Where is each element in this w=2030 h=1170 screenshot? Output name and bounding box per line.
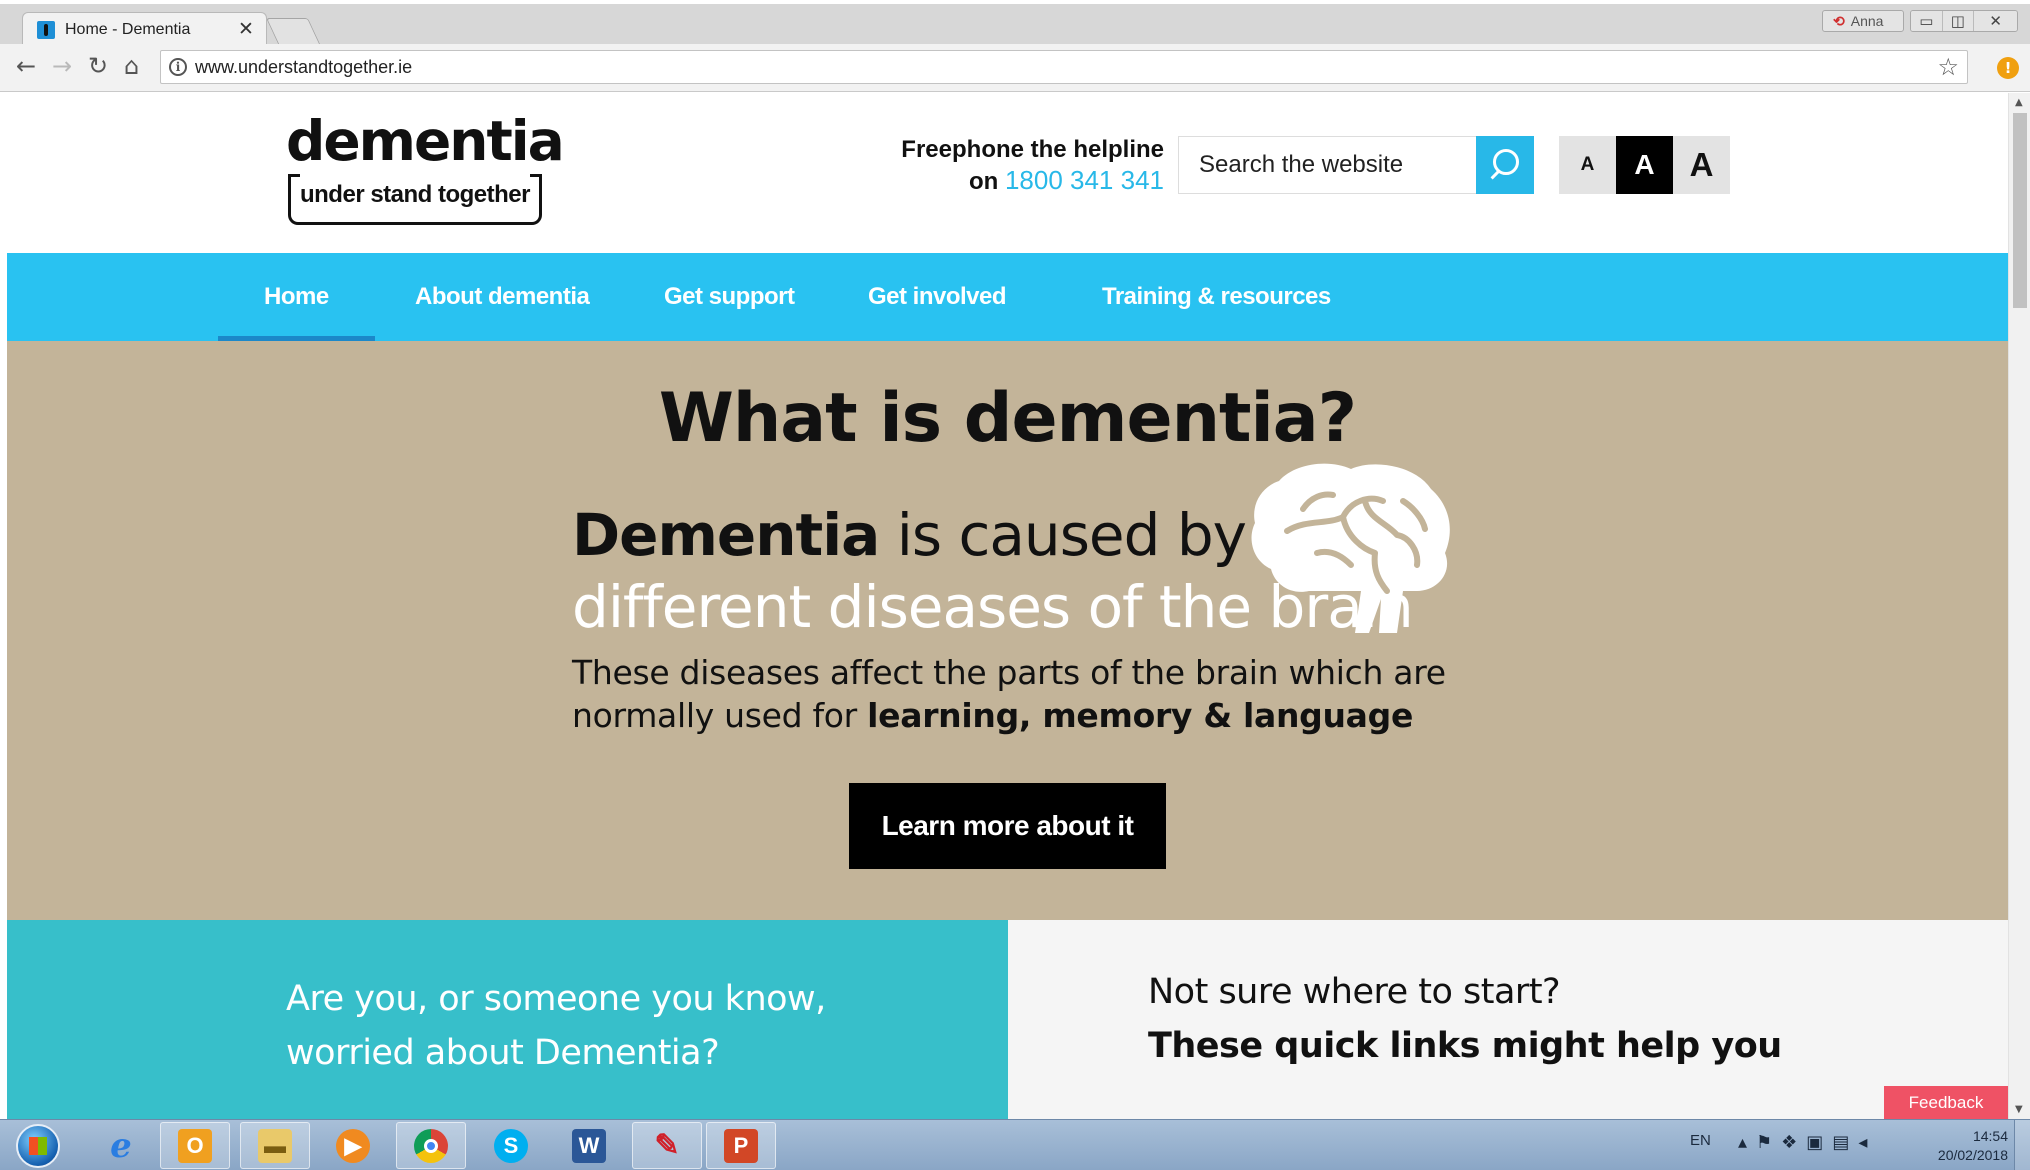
- page-scrollbar[interactable]: ▲ ▼: [2008, 93, 2030, 1119]
- helpline-on: on: [968, 168, 999, 195]
- logo-wordmark: dementia: [286, 109, 565, 173]
- nav-training-resources[interactable]: Training & resources: [1102, 253, 1331, 341]
- new-tab-button[interactable]: [265, 18, 321, 44]
- search-button[interactable]: [1476, 136, 1534, 194]
- hero-title: What is dementia?: [658, 379, 1357, 458]
- language-indicator[interactable]: EN: [1690, 1132, 1711, 1149]
- url-text[interactable]: www.understandtogether.ie: [195, 57, 412, 78]
- clock-time: 14:54: [1972, 1128, 2008, 1144]
- close-window-button[interactable]: ✕: [1974, 11, 2017, 31]
- windows-taskbar: e O ▬ ▶ S W ✎ P EN ▴⚑❖▣▤◂ 14:54 20/02/20…: [0, 1119, 2030, 1170]
- profile-icon: ⟲: [1833, 13, 1845, 29]
- main-navigation: Home About dementia Get support Get invo…: [7, 253, 2008, 341]
- address-bar[interactable]: i www.understandtogether.ie ☆: [160, 50, 1968, 84]
- taskbar-ie[interactable]: e: [86, 1122, 156, 1169]
- nav-about-dementia[interactable]: About dementia: [415, 253, 590, 341]
- clock[interactable]: 14:54 20/02/2018: [1908, 1127, 2008, 1165]
- restore-button[interactable]: ◫: [1942, 11, 1975, 31]
- taskbar-chrome[interactable]: [396, 1122, 466, 1169]
- quick-links-intro: Not sure where to start?: [1148, 972, 1561, 1012]
- minimize-button[interactable]: ▭: [1911, 11, 1943, 31]
- taskbar-powerpoint[interactable]: P: [706, 1122, 776, 1169]
- clock-date: 20/02/2018: [1937, 1147, 2008, 1163]
- taskbar-skype[interactable]: S: [476, 1122, 546, 1169]
- helpline-label: Freephone the helpline: [901, 136, 1164, 163]
- worried-panel-text[interactable]: Are you, or someone you know, worried ab…: [286, 972, 846, 1080]
- brain-icon: [1251, 463, 1450, 633]
- nav-get-support[interactable]: Get support: [664, 253, 795, 341]
- helpline-info: Freephone the helpline on 1800 341 341: [827, 135, 1164, 197]
- word-icon: W: [572, 1128, 606, 1163]
- font-size-small-button[interactable]: A: [1559, 136, 1616, 194]
- scroll-down-arrow-icon[interactable]: ▼: [2015, 1104, 2023, 1115]
- taskbar-acrobat[interactable]: ✎: [632, 1122, 702, 1169]
- start-button[interactable]: [16, 1124, 60, 1168]
- learn-more-button[interactable]: Learn more about it: [849, 783, 1166, 869]
- taskbar-outlook[interactable]: O: [160, 1122, 230, 1169]
- bookmark-star-icon[interactable]: ☆: [1937, 53, 1959, 81]
- tab-title: Home - Dementia: [65, 21, 191, 38]
- favicon-icon: [37, 21, 55, 39]
- font-size-medium-button[interactable]: A: [1616, 136, 1673, 194]
- taskbar-media[interactable]: ▶: [318, 1122, 388, 1169]
- logo-tagline-box: under stand together: [288, 174, 542, 225]
- feedback-button[interactable]: Feedback: [1884, 1086, 2008, 1119]
- profile-name: Anna: [1850, 13, 1884, 29]
- hero-description: These diseases affect the parts of the b…: [572, 653, 1446, 735]
- helpline-number[interactable]: 1800 341 341: [1005, 165, 1164, 195]
- back-arrow-icon[interactable]: ←: [16, 54, 36, 78]
- extension-alert-icon[interactable]: !: [1997, 57, 2019, 79]
- taskbar-word[interactable]: W: [554, 1122, 624, 1169]
- page-viewport: dementia under stand together Freephone …: [7, 93, 2008, 1119]
- search-box: [1178, 136, 1478, 194]
- font-size-controls: A A A: [1559, 136, 1730, 194]
- window-controls: ▭ ◫ ✕: [1910, 10, 2018, 32]
- nav-home[interactable]: Home: [218, 253, 375, 341]
- tab-close-button[interactable]: ✕: [238, 18, 254, 40]
- browser-titlebar: Home - Dementia ✕ ⟲ Anna ▭ ◫ ✕: [0, 0, 2030, 48]
- scrollbar-thumb[interactable]: [2013, 113, 2027, 308]
- skype-icon: S: [494, 1128, 528, 1163]
- system-tray-icons[interactable]: ▴⚑❖▣▤◂: [1738, 1132, 1876, 1153]
- media-player-icon: ▶: [336, 1128, 370, 1163]
- site-logo[interactable]: dementia under stand together: [286, 109, 565, 231]
- acrobat-icon: ✎: [654, 1129, 680, 1162]
- browser-tab[interactable]: Home - Dementia ✕: [22, 12, 267, 48]
- hero-headline-line1: Dementia is caused by: [572, 501, 1247, 569]
- nav-get-involved[interactable]: Get involved: [868, 253, 1007, 341]
- file-explorer-icon: ▬: [258, 1128, 292, 1163]
- font-size-large-button[interactable]: A: [1673, 136, 1730, 194]
- hero-section: What is dementia? Dementia is caused by …: [7, 341, 2008, 920]
- forward-arrow-icon[interactable]: →: [52, 54, 72, 78]
- browser-toolbar: ← → ↻ ⌂ i www.understandtogether.ie ☆ !: [0, 44, 2030, 92]
- logo-tagline: under stand together: [299, 181, 531, 208]
- reload-icon[interactable]: ↻: [88, 54, 108, 78]
- scroll-up-arrow-icon[interactable]: ▲: [2015, 97, 2023, 108]
- quick-links-panel: Not sure where to start? These quick lin…: [1008, 920, 2008, 1119]
- show-desktop-button[interactable]: [2014, 1120, 2030, 1170]
- quick-links-heading: These quick links might help you: [1148, 1026, 1782, 1066]
- chrome-icon: [414, 1128, 448, 1163]
- home-icon[interactable]: ⌂: [124, 54, 139, 78]
- taskbar-explorer[interactable]: ▬: [240, 1122, 310, 1169]
- powerpoint-icon: P: [724, 1128, 758, 1163]
- outlook-icon: O: [178, 1128, 212, 1163]
- search-input[interactable]: [1179, 137, 1477, 193]
- internet-explorer-icon: e: [110, 1125, 132, 1166]
- info-icon[interactable]: i: [169, 58, 187, 76]
- profile-button[interactable]: ⟲ Anna: [1822, 10, 1904, 32]
- worried-panel[interactable]: Are you, or someone you know, worried ab…: [7, 920, 1008, 1119]
